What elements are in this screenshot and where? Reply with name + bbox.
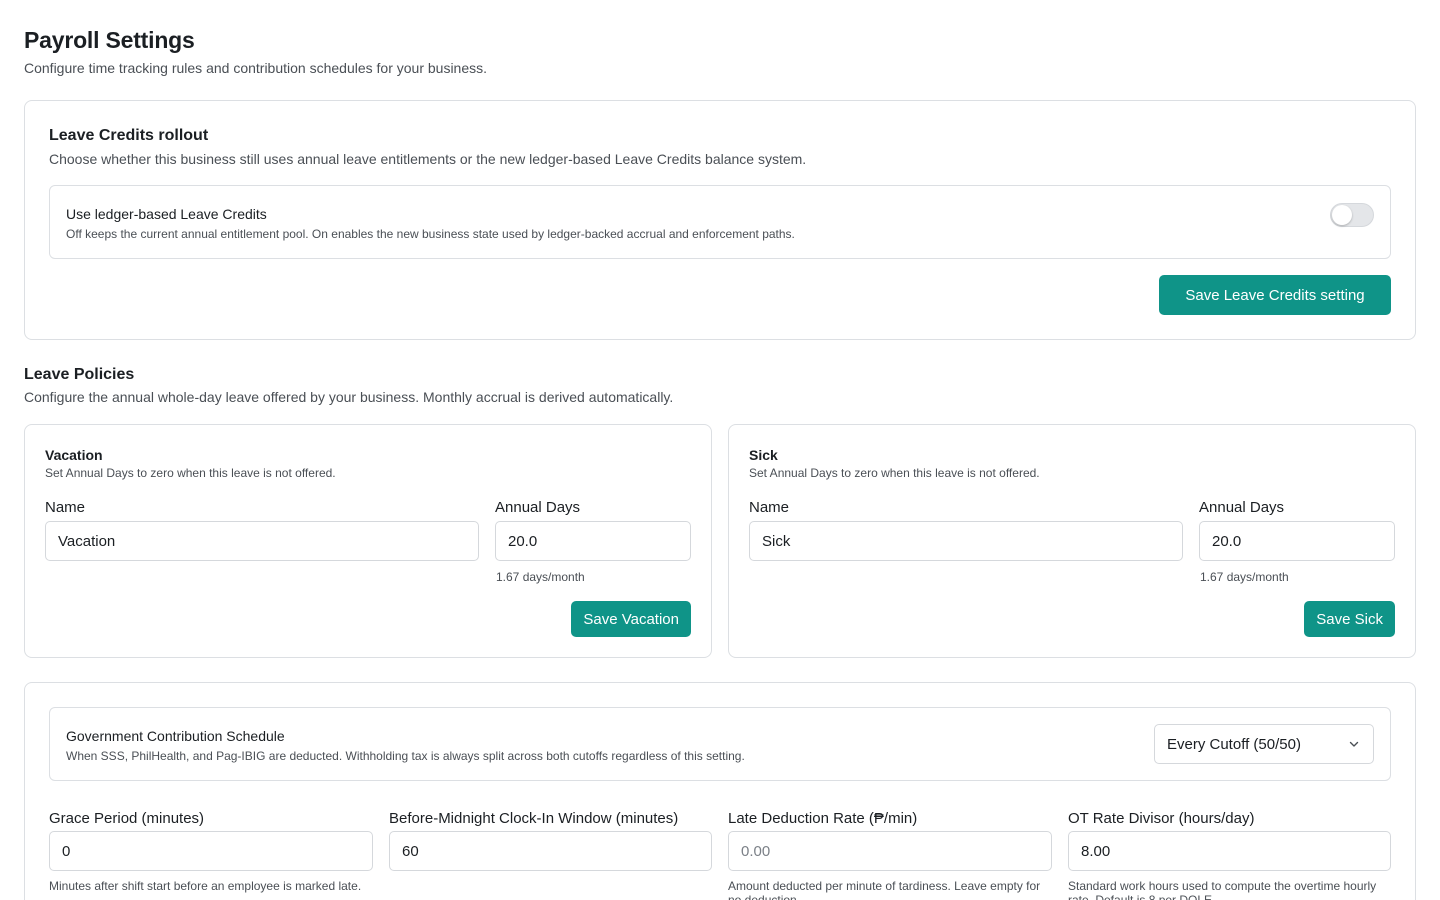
save-sick-button[interactable]: Save Sick xyxy=(1304,601,1395,637)
ot-rate-divisor-input[interactable]: 8.00 xyxy=(1068,831,1391,871)
leave-policies-title: Leave Policies xyxy=(24,366,135,383)
policy-annual-days-label: Annual Days xyxy=(1199,499,1285,516)
leave-credits-toggle-row: Use ledger-based Leave Credits Off keeps… xyxy=(49,185,1391,259)
save-vacation-button[interactable]: Save Vacation xyxy=(571,601,691,637)
policy-name-input[interactable]: Sick xyxy=(749,521,1183,561)
late-deduction-rate-input[interactable]: 0.00 xyxy=(728,831,1052,871)
policy-annual-days-input[interactable]: 20.0 xyxy=(1199,521,1395,561)
policy-hint: Set Annual Days to zero when this leave … xyxy=(749,466,1040,480)
policy-card-vacation: Vacation Set Annual Days to zero when th… xyxy=(24,424,712,658)
contribution-schedule-description: When SSS, PhilHealth, and Pag-IBIG are d… xyxy=(66,749,745,763)
chevron-down-icon xyxy=(1349,741,1359,747)
policy-hint: Set Annual Days to zero when this leave … xyxy=(45,466,336,480)
grace-period-field: Grace Period (minutes) 0 Minutes after s… xyxy=(49,807,373,893)
before-midnight-window-input[interactable]: 60 xyxy=(389,831,712,871)
late-deduction-rate-help: Amount deducted per minute of tardiness.… xyxy=(728,879,1041,900)
toggle-knob xyxy=(1332,205,1352,225)
leave-credits-description: Choose whether this business still uses … xyxy=(49,151,807,167)
ot-rate-divisor-field: OT Rate Divisor (hours/day) 8.00 Standar… xyxy=(1068,807,1391,900)
page-title: Payroll Settings xyxy=(24,27,195,53)
leave-credits-toggle-label: Use ledger-based Leave Credits xyxy=(66,206,267,222)
grace-period-label: Grace Period (minutes) xyxy=(49,810,205,827)
leave-credits-toggle-description: Off keeps the current annual entitlement… xyxy=(66,227,795,241)
late-deduction-rate-label: Late Deduction Rate (₱/min) xyxy=(728,810,918,827)
ot-rate-divisor-label: OT Rate Divisor (hours/day) xyxy=(1068,810,1255,827)
policy-name-label: Name xyxy=(749,499,790,516)
save-leave-credits-button[interactable]: Save Leave Credits setting xyxy=(1159,275,1391,315)
before-midnight-window-field: Before-Midnight Clock-In Window (minutes… xyxy=(389,807,712,871)
policy-name-input[interactable]: Vacation xyxy=(45,521,479,561)
grace-period-help: Minutes after shift start before an empl… xyxy=(49,879,362,893)
leave-credits-title: Leave Credits rollout xyxy=(49,127,209,144)
leave-policies-description: Configure the annual whole-day leave off… xyxy=(24,389,674,405)
policy-card-sick: Sick Set Annual Days to zero when this l… xyxy=(728,424,1416,658)
policy-title: Sick xyxy=(749,447,778,463)
leave-credits-card: Leave Credits rollout Choose whether thi… xyxy=(24,100,1416,340)
policy-annual-days-input[interactable]: 20.0 xyxy=(495,521,691,561)
policy-annual-days-label: Annual Days xyxy=(495,499,581,516)
grace-period-input[interactable]: 0 xyxy=(49,831,373,871)
ot-rate-divisor-help: Standard work hours used to compute the … xyxy=(1068,879,1377,900)
contribution-schedule-selected-value: Every Cutoff (50/50) xyxy=(1167,735,1301,753)
policy-name-label: Name xyxy=(45,499,86,516)
payroll-settings-page: Payroll Settings Configure time tracking… xyxy=(24,26,1416,900)
policy-title: Vacation xyxy=(45,447,103,463)
contribution-schedule-row: Government Contribution Schedule When SS… xyxy=(49,707,1391,781)
page-subtitle: Configure time tracking rules and contri… xyxy=(24,60,488,76)
policy-accrual-text: 1.67 days/month xyxy=(1200,570,1289,584)
time-tracking-card: Government Contribution Schedule When SS… xyxy=(24,682,1416,900)
contribution-schedule-title: Government Contribution Schedule xyxy=(66,728,285,744)
contribution-schedule-select[interactable]: Every Cutoff (50/50) xyxy=(1154,724,1374,764)
policy-accrual-text: 1.67 days/month xyxy=(496,570,585,584)
late-deduction-rate-field: Late Deduction Rate (₱/min) 0.00 Amount … xyxy=(728,807,1052,900)
before-midnight-window-label: Before-Midnight Clock-In Window (minutes… xyxy=(389,810,679,827)
leave-credits-toggle[interactable] xyxy=(1330,203,1374,227)
